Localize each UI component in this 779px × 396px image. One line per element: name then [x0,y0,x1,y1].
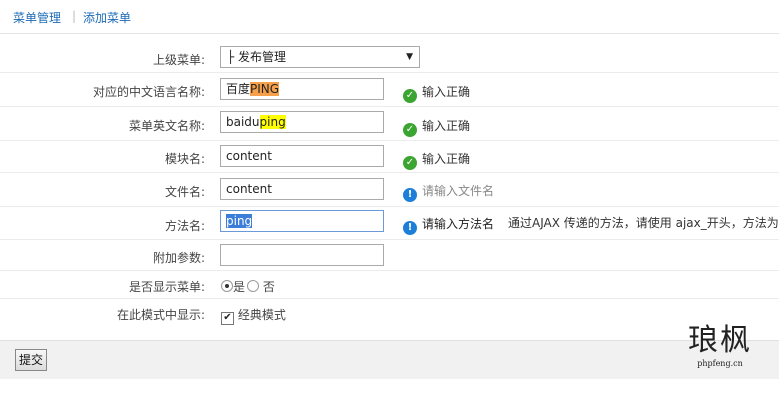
row-params: 附加参数: [0,240,779,271]
parent-menu-label: 上级菜单: [152,53,205,67]
tab-add-menu[interactable]: 添加菜单 [83,9,131,26]
row-display: 是否显示菜单: 是 否 [0,271,779,299]
info-circle-icon: ! [403,188,417,202]
info-circle-icon: ! [403,221,417,235]
params-label: 附加参数: [152,251,205,265]
tab-menu-manage[interactable]: 菜单管理 [13,9,61,26]
watermark-text: 琅枫 [688,323,752,358]
en-name-highlight: ping [259,115,286,129]
file-status: ! 请输入文件名 [403,182,494,202]
row-module: 模块名: content ✓ 输入正确 [0,141,779,173]
en-name-value: baidu [226,115,260,129]
display-yes-radio[interactable] [221,280,233,292]
module-label: 模块名: [164,152,205,166]
cn-name-highlight: PING [250,82,280,96]
parent-menu-select[interactable]: ├ 发布管理 ▼ [220,46,420,68]
display-radio-group: 是 否 [221,278,275,295]
file-input[interactable]: content [220,178,384,200]
en-name-status-text: 输入正确 [422,119,471,133]
cn-name-input[interactable]: 百度PING [220,78,384,100]
method-hint: 通过AJAX 传递的方法，请使用 ajax_开头，方法为简 [508,216,779,230]
mode-option-label[interactable]: 经典模式 [238,308,286,322]
params-input[interactable] [220,244,384,266]
module-input[interactable]: content [220,145,384,167]
file-label: 文件名: [164,185,205,199]
tab-separator: | [72,9,77,23]
display-no-label[interactable]: 否 [263,280,275,294]
method-value: ping [226,214,253,228]
row-mode: 在此模式中显示: ✔ 经典模式 [0,299,779,326]
display-no-radio[interactable] [247,280,260,292]
parent-menu-value: ├ 发布管理 [227,50,287,64]
row-method: 方法名: ping ! 请输入方法名 通过AJAX 传递的方法，请使用 ajax_… [0,207,779,240]
chevron-down-icon: ▼ [406,52,413,62]
watermark-domain: phpfeng.cn [697,359,743,368]
file-status-text: 请输入文件名 [422,184,495,198]
method-status-text: 请输入方法名 [422,217,495,231]
en-name-label: 菜单英文名称: [128,119,205,133]
en-name-input[interactable]: baiduping [220,111,384,133]
module-status-text: 输入正确 [422,152,471,166]
cn-name-status-text: 输入正确 [422,85,471,99]
row-file: 文件名: content ! 请输入文件名 [0,173,779,207]
method-label: 方法名: [164,219,205,233]
check-circle-icon: ✓ [403,89,417,103]
mode-label: 在此模式中显示: [116,308,205,322]
mode-option: ✔ 经典模式 [221,306,286,325]
method-status: ! 请输入方法名 [403,215,494,235]
cn-name-label: 对应的中文语言名称: [92,85,205,99]
mode-checkbox[interactable]: ✔ [221,312,234,325]
row-en-name: 菜单英文名称: baiduping ✓ 输入正确 [0,107,779,141]
row-cn-name: 对应的中文语言名称: 百度PING ✓ 输入正确 [0,73,779,107]
method-input[interactable]: ping [220,210,384,232]
form-footer: 提交 [0,340,779,379]
submit-button[interactable]: 提交 [15,349,48,371]
watermark-logo: 琅枫 phpfeng.cn [688,323,752,369]
check-circle-icon: ✓ [403,123,417,137]
display-label: 是否显示菜单: [128,280,205,294]
module-status: ✓ 输入正确 [403,150,470,170]
check-circle-icon: ✓ [403,156,417,170]
en-name-status: ✓ 输入正确 [403,117,470,137]
top-tab-bar: 菜单管理 | 添加菜单 [0,0,779,34]
cn-name-value: 百度 [226,82,251,96]
display-yes-label[interactable]: 是 [233,280,245,294]
row-parent-menu: 上级菜单: ├ 发布管理 ▼ [0,43,779,73]
cn-name-status: ✓ 输入正确 [403,83,470,103]
